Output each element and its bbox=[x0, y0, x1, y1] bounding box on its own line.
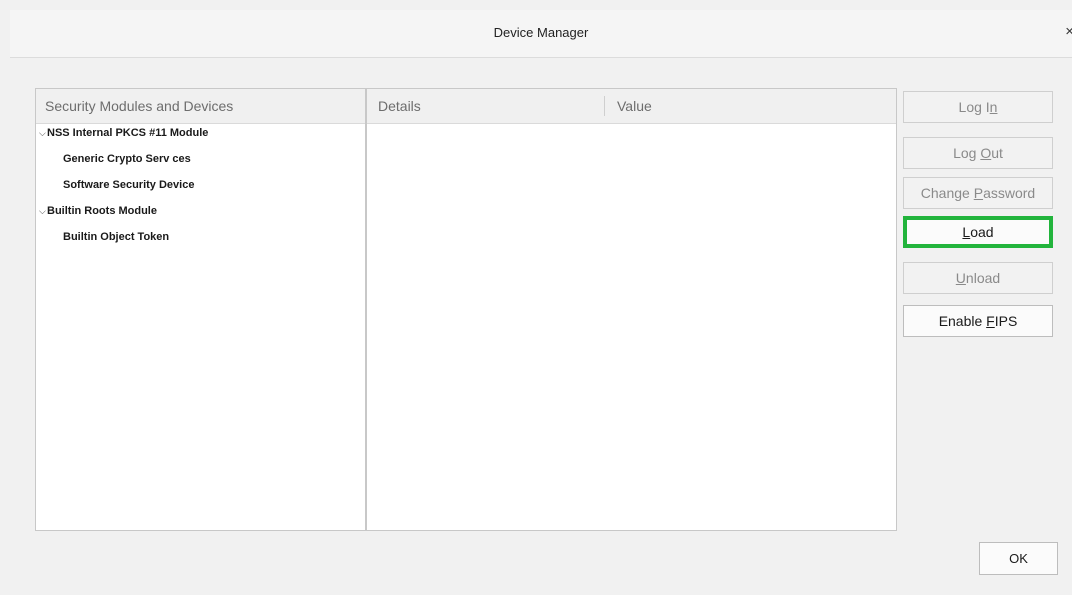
button-label-pre: Enable bbox=[938, 313, 987, 329]
button-accel-key: O bbox=[980, 145, 992, 161]
enable-fips-button[interactable]: Enable FIPS bbox=[903, 305, 1053, 337]
button-label-pre: Log I bbox=[958, 99, 990, 115]
button-accel-key: F bbox=[986, 313, 995, 329]
tree-item-label: Generic Crypto Serv ces bbox=[63, 153, 191, 165]
button-label-post: nload bbox=[965, 270, 1001, 286]
tree-column-header-label: Security Modules and Devices bbox=[45, 98, 234, 114]
button-label-pre: Change bbox=[920, 185, 974, 201]
expand-chevron-icon[interactable]: ⌵ bbox=[39, 206, 47, 217]
tree-item-label: Software Security Device bbox=[63, 179, 195, 191]
button-accel-key: U bbox=[955, 270, 966, 286]
tree-item-label: Builtin Roots Module bbox=[47, 205, 157, 217]
log-out-button[interactable]: Log Out bbox=[903, 137, 1053, 169]
tree-column-header[interactable]: Security Modules and Devices bbox=[36, 89, 365, 124]
tree-item-label: Builtin Object Token bbox=[63, 231, 170, 243]
change-password-button[interactable]: Change Password bbox=[903, 177, 1053, 209]
title-bar: Device Manager × bbox=[10, 10, 1072, 58]
expand-chevron-icon[interactable]: ⌵ bbox=[39, 128, 47, 139]
ok-button[interactable]: OK bbox=[979, 542, 1058, 575]
button-label-pre: Log bbox=[953, 145, 981, 161]
security-modules-tree[interactable]: Security Modules and Devices ⌵ NSS Inter… bbox=[35, 88, 366, 531]
device-manager-dialog: Device Manager × Security Modules and De… bbox=[0, 0, 1072, 595]
button-label-post: oad bbox=[970, 224, 994, 240]
tree-item-generic-crypto-services[interactable]: Generic Crypto Serv ces bbox=[36, 153, 365, 179]
tree-item-label: NSS Internal PKCS #11 Module bbox=[47, 127, 209, 139]
load-button[interactable]: Load bbox=[903, 216, 1053, 248]
details-table[interactable]: Details Value bbox=[366, 88, 897, 531]
tree-item-builtin-roots-module[interactable]: ⌵ Builtin Roots Module bbox=[36, 205, 365, 231]
column-divider[interactable] bbox=[604, 96, 605, 116]
log-in-button[interactable]: Log In bbox=[903, 91, 1053, 123]
tree-item-nss-internal-module[interactable]: ⌵ NSS Internal PKCS #11 Module bbox=[36, 127, 365, 153]
unload-button[interactable]: Unload bbox=[903, 262, 1053, 294]
details-column-header-label[interactable]: Details bbox=[378, 98, 421, 114]
button-label-post: IPS bbox=[994, 313, 1018, 329]
value-column-header-label[interactable]: Value bbox=[617, 98, 652, 114]
button-accel-key: n bbox=[989, 99, 998, 115]
button-label-post: ut bbox=[991, 145, 1003, 161]
button-label-post: assword bbox=[983, 185, 1036, 201]
window-title: Device Manager bbox=[493, 25, 589, 40]
tree-item-software-security-device[interactable]: Software Security Device bbox=[36, 179, 365, 205]
tree-rows: ⌵ NSS Internal PKCS #11 Module Generic C… bbox=[36, 127, 365, 257]
close-icon[interactable]: × bbox=[1065, 23, 1072, 40]
button-accel-key: P bbox=[973, 185, 984, 201]
tree-item-builtin-object-token[interactable]: Builtin Object Token bbox=[36, 231, 365, 257]
